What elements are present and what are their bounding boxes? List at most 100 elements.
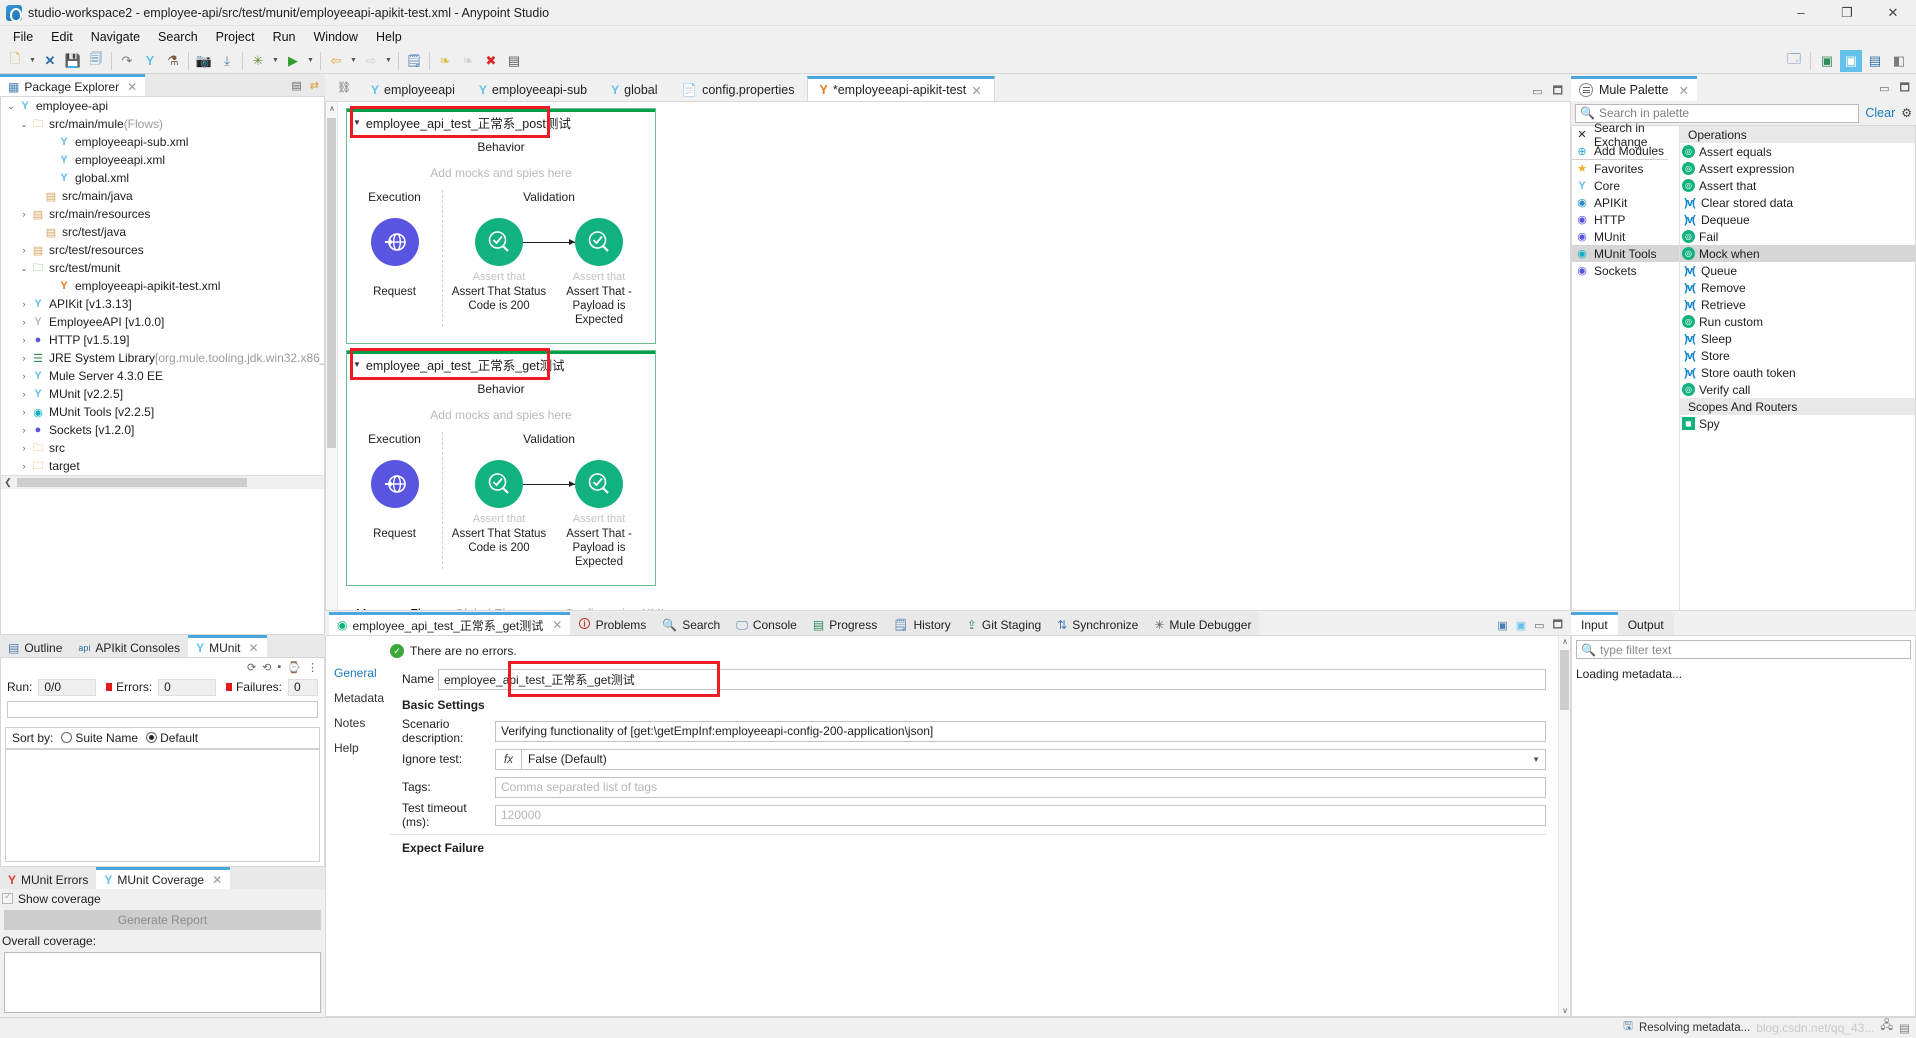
close-icon[interactable]: ✕ <box>552 618 562 632</box>
maximize-editor-icon[interactable]: 🗖 <box>1553 82 1563 101</box>
palette-operation[interactable]: )v(Remove <box>1680 279 1915 296</box>
new-note-icon[interactable]: 🗒 <box>403 50 425 72</box>
tree-item[interactable]: › Y APIKit [v1.3.13] <box>1 295 324 313</box>
minimize-editor-icon[interactable]: ▭ <box>1532 85 1542 98</box>
bookmark-grey-icon[interactable]: ❧ <box>457 50 479 72</box>
palette-operation[interactable]: )v(Retrieve <box>1680 296 1915 313</box>
tree-expand-arrow-icon[interactable]: › <box>18 353 30 363</box>
tree-expand-arrow-icon[interactable]: › <box>18 443 30 453</box>
tab-problems[interactable]: 🛈 Problems <box>570 612 655 635</box>
scroll-up-icon[interactable]: ∧ <box>1559 637 1571 646</box>
menu-item-help[interactable]: Help <box>367 28 411 46</box>
palette-operation[interactable]: )v(Store <box>1680 347 1915 364</box>
rerun-test-icon[interactable]: ⟳ <box>247 661 256 674</box>
tree-item[interactable]: Yemployeeapi-sub.xml <box>1 133 324 151</box>
flow-node[interactable]: Assert that Assert That Status Code is 20… <box>449 218 575 327</box>
menu-item-search[interactable]: Search <box>149 28 207 46</box>
maximize-palette-icon[interactable]: 🗖 <box>1900 79 1910 98</box>
palette-operation[interactable]: ◼ Spy <box>1680 415 1915 432</box>
properties-restore-icon[interactable]: ▣ <box>1516 619 1526 632</box>
link-editor-icon[interactable]: ⇄ <box>310 79 319 92</box>
tree-item[interactable]: › Y MUnit [v2.2.5] <box>1 385 324 403</box>
properties-minimize-icon[interactable]: ▭ <box>1534 619 1544 632</box>
tree-expand-arrow-icon[interactable]: ⌄ <box>18 263 30 274</box>
tab-output[interactable]: Output <box>1617 612 1674 635</box>
editor-tab-employeeapi-sub[interactable]: Y employeeapi-sub <box>466 76 600 101</box>
forward-dropdown-icon[interactable]: ▼ <box>383 50 394 72</box>
tree-item[interactable]: › ▤ src/test/resources <box>1 241 324 259</box>
collapse-icon[interactable]: ▤ <box>503 50 525 72</box>
back-icon[interactable]: ⇦ <box>325 50 347 72</box>
tree-item[interactable]: › ● HTTP [v1.5.19] <box>1 331 324 349</box>
tab-munit-coverage[interactable]: Y MUnit Coverage ✕ <box>96 867 231 889</box>
assert-that-icon[interactable] <box>475 460 523 508</box>
palette-operation[interactable]: )v(Queue <box>1680 262 1915 279</box>
prop-nav-notes[interactable]: Notes <box>326 716 384 741</box>
assert-that-icon[interactable] <box>575 460 623 508</box>
add-mocks-placeholder[interactable]: Add mocks and spies here <box>347 396 655 422</box>
perspective-design-icon[interactable]: ▣ <box>1816 50 1838 72</box>
palette-operation[interactable]: ◎ Assert equals <box>1680 143 1915 160</box>
save-all-icon[interactable]: 🗐 <box>85 50 107 72</box>
show-coverage-row[interactable]: Show coverage <box>0 889 325 906</box>
tree-expand-arrow-icon[interactable]: › <box>18 299 30 309</box>
perspective-active-icon[interactable]: ▣ <box>1840 49 1862 72</box>
tab-munit[interactable]: Y MUnit ✕ <box>188 635 267 657</box>
mule-icon[interactable]: Y <box>139 50 161 72</box>
tree-expand-arrow-icon[interactable]: › <box>18 389 30 399</box>
http-request-icon[interactable] <box>370 218 419 266</box>
tree-item[interactable]: › Y EmployeeAPI [v1.0.0] <box>1 313 324 331</box>
tree-item[interactable]: › ☰ JRE System Library [org.mule.tooling.j… <box>1 349 325 367</box>
editor-tab-global[interactable]: Y global <box>599 76 670 101</box>
editor-tab-employeeapi[interactable]: Y employeeapi <box>359 76 467 101</box>
show-coverage-checkbox[interactable] <box>2 891 13 904</box>
tree-item[interactable]: ▤ src/test/java <box>1 223 324 241</box>
rerun-failed-icon[interactable]: ⟲ <box>262 661 271 674</box>
close-button[interactable]: ✕ <box>1870 0 1916 26</box>
tab-console[interactable]: 🖵 Console <box>728 612 805 635</box>
prop-nav-help[interactable]: Help <box>326 741 384 766</box>
close-icon[interactable]: ✕ <box>248 641 258 655</box>
collapse-triangle-icon[interactable]: ▼ <box>353 118 361 127</box>
editor-chain-icon[interactable]: ⛓ <box>337 81 351 94</box>
bookmark-yellow-icon[interactable]: ❧ <box>434 50 456 72</box>
tree-expand-arrow-icon[interactable]: › <box>18 425 30 435</box>
tree-item[interactable]: › ▤ src/main/resources <box>1 205 324 223</box>
tree-item[interactable]: Yemployeeapi-apikit-test.xml <box>1 277 324 295</box>
prop-nav-general[interactable]: General <box>326 666 384 691</box>
test-timeout-input[interactable]: 120000 <box>495 804 1546 826</box>
palette-category-munit[interactable]: ◉ MUnit <box>1572 228 1679 245</box>
maximize-button[interactable]: ❐ <box>1824 0 1870 26</box>
perspective-new-icon[interactable]: 🗔 <box>1783 50 1805 72</box>
flow-header[interactable]: ▼ employee_api_test_正常系_get测试 <box>347 354 655 376</box>
tree-expand-arrow-icon[interactable]: ⌄ <box>18 119 30 130</box>
palette-operation[interactable]: ◎ Assert that <box>1680 177 1915 194</box>
tab-progress[interactable]: ▤ Progress <box>804 612 886 635</box>
palette-category-add-modules[interactable]: ⊕ Add Modules <box>1572 143 1668 160</box>
radio-suite-name-icon[interactable] <box>61 732 73 743</box>
tab-message-flow[interactable]: Message Flow <box>356 607 437 610</box>
palette-category-apikit[interactable]: ◉ APIKit <box>1572 194 1679 211</box>
scroll-left-icon[interactable]: ❮ <box>1 477 15 488</box>
editor-tab-employeeapi-apikit-test[interactable]: Y *employeeapi-apikit-test ✕ <box>806 76 995 101</box>
scroll-thumb[interactable] <box>17 478 247 487</box>
palette-operations[interactable]: Operations ◎ Assert equals ◎ Assert express… <box>1680 126 1915 610</box>
palette-category-sockets[interactable]: ◉ Sockets <box>1572 262 1679 279</box>
chevron-down-icon[interactable]: ▼ <box>1532 755 1540 764</box>
menu-item-project[interactable]: Project <box>207 28 264 46</box>
save-icon[interactable]: 💾 <box>62 50 84 72</box>
flow-node[interactable]: Request <box>347 460 442 541</box>
tree-item[interactable]: Yemployeeapi.xml <box>1 151 324 169</box>
http-request-icon[interactable] <box>370 460 419 508</box>
package-explorer-tree[interactable]: ⌄ Yemployee-api ⌄ 🗀 src/main/mule (Flows) Yem… <box>0 96 325 635</box>
add-mocks-placeholder[interactable]: Add mocks and spies here <box>347 154 655 180</box>
palette-operation[interactable]: ◎ Verify call <box>1680 381 1915 398</box>
palette-category-core[interactable]: Y Core <box>1572 177 1679 194</box>
properties-maximize-icon[interactable]: 🗖 <box>1553 616 1563 635</box>
palette-category-munit-tools[interactable]: ◉ MUnit Tools <box>1572 245 1679 262</box>
generate-report-button[interactable]: Generate Report <box>4 910 321 930</box>
close-icon[interactable]: ✕ <box>127 80 137 94</box>
run-icon[interactable]: ▶ <box>282 50 304 72</box>
deploy-icon[interactable]: ⚗ <box>162 50 184 72</box>
tab-mule-debugger[interactable]: ✳ Mule Debugger <box>1146 612 1260 635</box>
